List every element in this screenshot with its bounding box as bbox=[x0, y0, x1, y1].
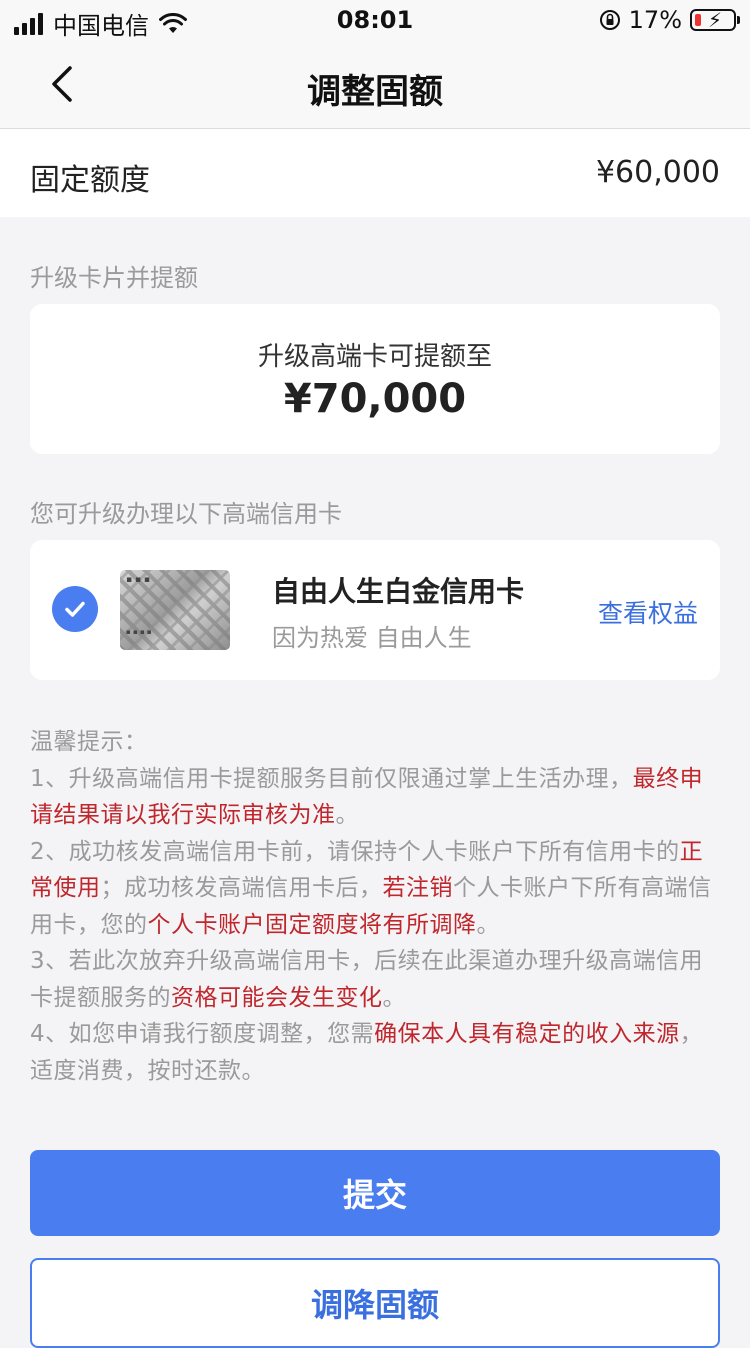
fixed-limit-label: 固定额度 bbox=[30, 163, 150, 198]
fixed-limit-value: ¥60,000 bbox=[595, 155, 720, 190]
page-title: 调整固额 bbox=[307, 72, 443, 112]
tip-item-3: 3、若此次放弃升级高端信用卡，后续在此渠道办理升级高端信用卡提额服务的资格可能会… bbox=[30, 943, 720, 1016]
credit-card-name: 自由人生白金信用卡 bbox=[272, 575, 525, 608]
tip-text: ；成功核发高端信用卡后， bbox=[100, 875, 383, 901]
credit-card-image: ▪ ▪ ▪ ▪ ▪ ▪ ▪ bbox=[120, 570, 230, 650]
tip-highlight: 若注销 bbox=[382, 875, 453, 901]
tip-text: 。 bbox=[382, 984, 406, 1011]
upgrade-limit-card: 升级高端卡可提额至 ¥70,000 bbox=[30, 304, 720, 454]
credit-card-option[interactable]: ▪ ▪ ▪ ▪ ▪ ▪ ▪ 自由人生白金信用卡 因为热爱 自由人生 查看权益 bbox=[30, 540, 720, 680]
tip-text: 2、成功核发高端信用卡前，请保持个人卡账户下所有信用卡的 bbox=[30, 838, 680, 865]
status-bar: 中国电信 08:01 17% ⚡ bbox=[0, 0, 750, 42]
credit-card-slogan: 因为热爱 自由人生 bbox=[272, 624, 472, 652]
tip-item-4: 4、如您申请我行额度调整，您需确保本人具有稳定的收入来源，适度消费，按时还款。 bbox=[30, 1016, 720, 1089]
upgrade-section-title: 升级卡片并提额 bbox=[30, 264, 198, 292]
check-circle-icon[interactable] bbox=[52, 586, 98, 632]
upgrade-limit-amount: ¥70,000 bbox=[283, 376, 467, 422]
tip-highlight: 个人卡账户固定额度将有所调降 bbox=[147, 911, 477, 938]
decrease-limit-button[interactable]: 调降固额 bbox=[30, 1258, 720, 1348]
view-benefits-link[interactable]: 查看权益 bbox=[598, 594, 698, 630]
tip-highlight: 资格可能会发生变化 bbox=[171, 984, 383, 1011]
submit-button[interactable]: 提交 bbox=[30, 1150, 720, 1236]
tip-text: 。 bbox=[476, 911, 500, 938]
upgrade-limit-subtitle: 升级高端卡可提额至 bbox=[257, 342, 492, 372]
battery-percent: 17% bbox=[628, 6, 682, 34]
tip-item-2: 2、成功核发高端信用卡前，请保持个人卡账户下所有信用卡的正常使用；成功核发高端信… bbox=[30, 834, 720, 944]
fixed-limit-row: 固定额度 ¥60,000 bbox=[0, 129, 750, 217]
tips-block: 温馨提示： 1、升级高端信用卡提额服务目前仅限通过掌上生活办理，最终申请结果请以… bbox=[30, 724, 720, 1089]
tip-text: 。 bbox=[335, 802, 359, 828]
tip-text: 1、升级高端信用卡提额服务目前仅限通过掌上生活办理， bbox=[30, 765, 633, 792]
tip-text: 4、如您申请我行额度调整，您需 bbox=[30, 1021, 375, 1047]
battery-charging-icon: ⚡ bbox=[690, 9, 740, 31]
status-right: 17% ⚡ bbox=[599, 6, 740, 34]
nav-bar: 调整固额 bbox=[0, 42, 750, 129]
card-list-title: 您可升级办理以下高端信用卡 bbox=[30, 500, 342, 528]
tip-item-1: 1、升级高端信用卡提额服务目前仅限通过掌上生活办理，最终申请结果请以我行实际审核… bbox=[30, 761, 720, 834]
tip-highlight: 确保本人具有稳定的收入来源 bbox=[374, 1021, 680, 1047]
orientation-lock-icon bbox=[599, 10, 620, 30]
tips-title: 温馨提示： bbox=[30, 729, 148, 755]
